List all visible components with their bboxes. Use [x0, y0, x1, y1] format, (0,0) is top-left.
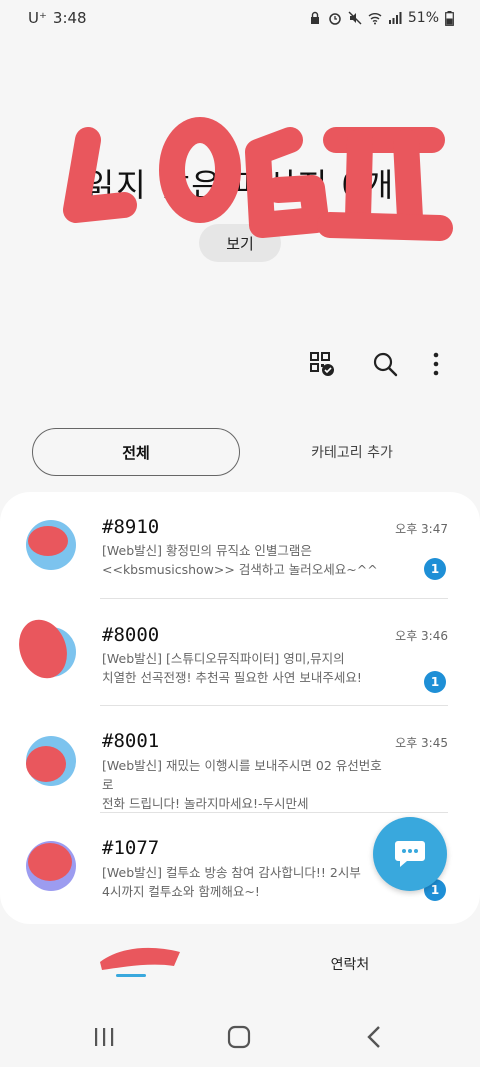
unread-summary-title: 읽지 않은 메시지 0개 [84, 166, 396, 204]
mute-icon [348, 11, 362, 25]
preview-line: 치열한 선곡전쟁! 추천곡 필요한 사연 보내주세요! [102, 670, 362, 685]
message-time: 오후 3:46 [395, 629, 448, 643]
message-preview: [Web발신] 컬투쇼 방송 참여 감사합니다!! 2시부 4시까지 컬투쇼와 … [102, 863, 392, 901]
lock-icon [310, 11, 319, 24]
unread-badge: 1 [424, 671, 446, 693]
sender-name: #8001 [102, 730, 160, 752]
status-bar: U⁺ 3:48 51% [0, 0, 480, 36]
conversations-tab-scribble[interactable] [88, 938, 188, 976]
bottom-nav: 연락처 [0, 930, 480, 1000]
view-button[interactable]: 보기 [199, 224, 281, 262]
avatar [11, 612, 76, 686]
message-time: 오후 3:45 [395, 736, 448, 750]
avatar [26, 736, 76, 786]
message-preview: [Web발신] 재밌는 이행시를 보내주시면 02 유선번호로 전화 드립니다!… [102, 756, 392, 813]
active-tab-indicator [116, 974, 146, 977]
preview-line: [Web발신] 컬투쇼 방송 참여 감사합니다!! 2시부 [102, 865, 361, 880]
scribble-mark [11, 612, 75, 686]
signal-icon [388, 12, 402, 24]
battery-icon [445, 10, 454, 26]
unread-badge: 1 [424, 558, 446, 580]
qr-check-icon[interactable] [306, 348, 338, 380]
status-time: 3:48 [52, 9, 87, 27]
status-left: U⁺ 3:48 [28, 9, 87, 27]
list-item[interactable]: #8001 오후 3:45 [Web발신] 재밌는 이행시를 보내주시면 02 … [0, 706, 480, 813]
message-preview: [Web발신] 황정민의 뮤직쇼 인별그램은 <<kbsmusicshow>> … [102, 541, 392, 579]
sender-name: #8000 [102, 624, 160, 646]
recent-apps-icon[interactable] [88, 1021, 120, 1053]
preview-line: [Web발신] 재밌는 이행시를 보내주시면 02 유선번호로 [102, 758, 382, 792]
list-item[interactable]: #8910 오후 3:47 [Web발신] 황정민의 뮤직쇼 인별그램은 <<k… [0, 492, 480, 599]
message-time: 오후 3:47 [395, 522, 448, 536]
alarm-icon [329, 13, 341, 25]
home-icon[interactable] [223, 1021, 255, 1053]
carrier-label: U⁺ [28, 9, 47, 27]
avatar [26, 520, 76, 570]
chat-bubble-icon [395, 841, 425, 867]
scribble-mark [28, 526, 68, 556]
more-vertical-icon[interactable] [420, 348, 452, 380]
status-right: 51% [308, 10, 454, 26]
sender-name: #1077 [102, 837, 160, 859]
list-item[interactable]: #8000 오후 3:46 [Web발신] [스튜디오뮤직파이터] 영미,뮤지의… [0, 599, 480, 706]
battery-percent: 51% [407, 10, 439, 26]
tab-all[interactable]: 전체 [32, 428, 240, 476]
scribble-mark [28, 843, 72, 881]
wifi-icon [368, 13, 382, 25]
preview-line: 4시까지 컬투쇼와 함께해요~! [102, 884, 260, 899]
back-icon[interactable] [358, 1021, 390, 1053]
preview-line: 전화 드립니다! 놀라지마세요!-두시만세 [102, 796, 309, 811]
tab-contacts[interactable]: 연락처 [300, 954, 400, 974]
preview-line: [Web발신] 황정민의 뮤직쇼 인별그램은 [102, 543, 312, 558]
category-tabs: 전체 카테고리 추가 [32, 428, 448, 476]
preview-line: [Web발신] [스튜디오뮤직파이터] 영미,뮤지의 [102, 651, 345, 666]
tab-add-category[interactable]: 카테고리 추가 [256, 428, 448, 476]
scribble-mark [26, 746, 66, 782]
preview-line: <<kbsmusicshow>> 검색하고 놀러오세요~^^ [102, 562, 378, 577]
search-icon[interactable] [369, 348, 401, 380]
compose-fab[interactable] [373, 817, 447, 891]
avatar [26, 841, 76, 891]
sender-name: #8910 [102, 516, 160, 538]
system-nav-bar [0, 1005, 480, 1067]
message-preview: [Web발신] [스튜디오뮤직파이터] 영미,뮤지의 치열한 선곡전쟁! 추천곡… [102, 649, 392, 687]
